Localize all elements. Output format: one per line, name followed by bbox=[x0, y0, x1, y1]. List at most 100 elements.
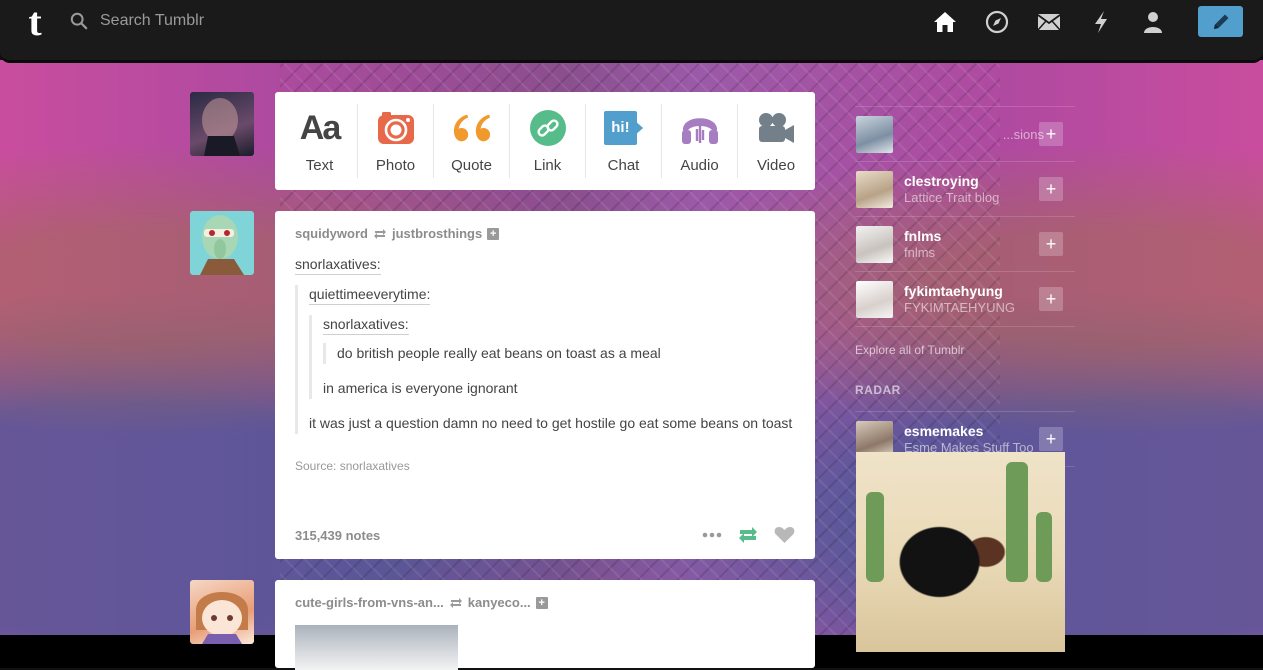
trail-username[interactable]: snorlaxatives: bbox=[323, 315, 409, 335]
video-post-label: Video bbox=[756, 157, 796, 174]
reblog-trail-quote: snorlaxatives: do british people really … bbox=[309, 315, 795, 399]
chat-post-button[interactable]: hi! Chat bbox=[586, 104, 662, 178]
blog-avatar[interactable] bbox=[856, 225, 893, 263]
blog-title: ...sions bbox=[1002, 127, 1044, 142]
reblog-trail-quote: do british people really eat beans on to… bbox=[323, 343, 795, 364]
explore-link[interactable]: Explore all of Tumblr bbox=[855, 343, 1075, 363]
post-source[interactable]: Source: snorlaxatives bbox=[295, 459, 795, 473]
more-options-icon[interactable] bbox=[702, 532, 722, 538]
recommended-blog[interactable]: fykimtaehyung FYKIMTAEHYUNG + bbox=[855, 272, 1075, 327]
follow-plus-icon[interactable]: + bbox=[487, 227, 500, 240]
blog-text: fykimtaehyung FYKIMTAEHYUNG bbox=[904, 283, 1044, 315]
blog-text: esmemakes Esme Makes Stuff Too bbox=[904, 423, 1044, 455]
post-type-composer: Aa Text Photo Quote Link hi! Chat Audio bbox=[275, 92, 815, 190]
right-sidebar: ...sions + clestroying Lattice Trait blo… bbox=[855, 78, 1075, 652]
audio-post-button[interactable]: Audio bbox=[662, 104, 738, 178]
illustration-cactus bbox=[866, 492, 884, 582]
post-image[interactable] bbox=[295, 625, 458, 670]
blog-avatar[interactable] bbox=[856, 280, 893, 318]
post-author-link[interactable]: cute-girls-from-vns-an... bbox=[295, 595, 444, 610]
text-aa-icon: Aa bbox=[299, 108, 341, 147]
home-icon[interactable] bbox=[932, 9, 958, 35]
radar-header: RADAR bbox=[855, 383, 1075, 412]
quote-post-label: Quote bbox=[451, 157, 492, 174]
search-box[interactable] bbox=[70, 10, 430, 32]
post-text: do british people really eat beans on to… bbox=[337, 345, 661, 361]
compose-button[interactable] bbox=[1198, 6, 1243, 37]
link-post-label: Link bbox=[533, 157, 562, 174]
blog-avatar[interactable] bbox=[856, 115, 893, 153]
dashboard-post: squidyword justbrosthings + snorlaxative… bbox=[275, 211, 815, 559]
trail-username[interactable]: snorlaxatives: bbox=[295, 255, 381, 275]
post-body: snorlaxatives: quiettimeeverytime: snorl… bbox=[295, 255, 795, 473]
post-actions bbox=[702, 526, 795, 544]
follow-button[interactable]: + bbox=[1039, 122, 1063, 146]
photo-post-label: Photo bbox=[375, 157, 416, 174]
video-post-button[interactable]: Video bbox=[738, 104, 814, 178]
post-header: squidyword justbrosthings + bbox=[295, 226, 795, 241]
like-heart-icon[interactable] bbox=[774, 526, 795, 544]
illustration-cactus bbox=[1036, 512, 1052, 582]
follow-button[interactable]: + bbox=[1039, 427, 1063, 451]
account-person-icon[interactable] bbox=[1140, 9, 1166, 35]
follow-button[interactable]: + bbox=[1039, 232, 1063, 256]
blog-title: fnlms bbox=[904, 245, 936, 260]
illustration-cactus bbox=[1006, 462, 1028, 582]
radar-post-image[interactable] bbox=[856, 452, 1065, 652]
tumblr-logo[interactable]: t bbox=[18, 2, 52, 42]
reblog-small-icon bbox=[373, 228, 386, 239]
quote-marks-icon bbox=[452, 108, 492, 148]
follow-button[interactable]: + bbox=[1039, 287, 1063, 311]
link-chain-icon bbox=[528, 108, 568, 148]
blog-title: Lattice Trait blog bbox=[904, 190, 1000, 205]
reblog-icon[interactable] bbox=[737, 526, 759, 544]
blog-name[interactable]: esmemakes bbox=[904, 423, 1044, 439]
post-author-link[interactable]: squidyword bbox=[295, 226, 368, 241]
recommended-blog[interactable]: ...sions + bbox=[855, 107, 1075, 162]
inbox-mail-icon[interactable] bbox=[1036, 9, 1062, 35]
recommended-blogs-header bbox=[855, 78, 1075, 107]
user-avatar[interactable] bbox=[190, 92, 254, 156]
reblog-trail-quote: quiettimeeverytime: snorlaxatives: do br… bbox=[295, 285, 795, 434]
reblogged-from-link[interactable]: justbrosthings bbox=[392, 226, 482, 241]
post-text: in america is everyone ignorant bbox=[323, 380, 518, 396]
notes-count[interactable]: 315,439 notes bbox=[295, 528, 380, 543]
recommended-blog[interactable]: fnlms fnlms + bbox=[855, 217, 1075, 272]
headphones-icon bbox=[680, 108, 720, 148]
post-footer: 315,439 notes bbox=[295, 526, 795, 544]
blog-name[interactable]: fnlms bbox=[904, 228, 1044, 244]
explore-compass-icon[interactable] bbox=[984, 9, 1010, 35]
camera-icon bbox=[376, 108, 416, 148]
quote-post-button[interactable]: Quote bbox=[434, 104, 510, 178]
blog-name[interactable]: clestroying bbox=[904, 173, 1044, 189]
text-post-label: Text bbox=[305, 157, 334, 174]
blog-avatar[interactable] bbox=[856, 170, 893, 208]
recommended-blog[interactable]: clestroying Lattice Trait blog + bbox=[855, 162, 1075, 217]
blog-text: fnlms fnlms bbox=[904, 228, 1044, 260]
post-text: it was just a question damn no need to g… bbox=[309, 415, 793, 431]
blog-text: ...sions bbox=[904, 126, 1044, 142]
chat-bubble-icon: hi! bbox=[603, 108, 644, 148]
trail-username[interactable]: quiettimeeverytime: bbox=[309, 285, 431, 305]
top-nav-bar: t bbox=[0, 0, 1263, 63]
pencil-icon bbox=[1213, 14, 1228, 29]
text-post-button[interactable]: Aa Text bbox=[282, 104, 358, 178]
blog-name[interactable]: fykimtaehyung bbox=[904, 283, 1044, 299]
photo-post-button[interactable]: Photo bbox=[358, 104, 434, 178]
dashboard-post: cute-girls-from-vns-an... kanyeco... + bbox=[275, 580, 815, 670]
activity-bolt-icon[interactable] bbox=[1088, 9, 1114, 35]
post-header: cute-girls-from-vns-an... kanyeco... + bbox=[295, 595, 795, 610]
chat-post-label: Chat bbox=[607, 157, 640, 174]
follow-button[interactable]: + bbox=[1039, 177, 1063, 201]
video-camera-icon bbox=[756, 108, 796, 148]
reblog-small-icon bbox=[449, 597, 462, 608]
post2-author-avatar[interactable] bbox=[190, 580, 254, 644]
follow-plus-icon[interactable]: + bbox=[535, 596, 548, 609]
reblogged-from-link[interactable]: kanyeco... bbox=[468, 595, 531, 610]
blog-title: FYKIMTAEHYUNG bbox=[904, 300, 1015, 315]
audio-post-label: Audio bbox=[680, 157, 719, 174]
post-author-avatar[interactable] bbox=[190, 211, 254, 275]
link-post-button[interactable]: Link bbox=[510, 104, 586, 178]
search-input[interactable] bbox=[98, 11, 402, 31]
blog-text: clestroying Lattice Trait blog bbox=[904, 173, 1044, 205]
